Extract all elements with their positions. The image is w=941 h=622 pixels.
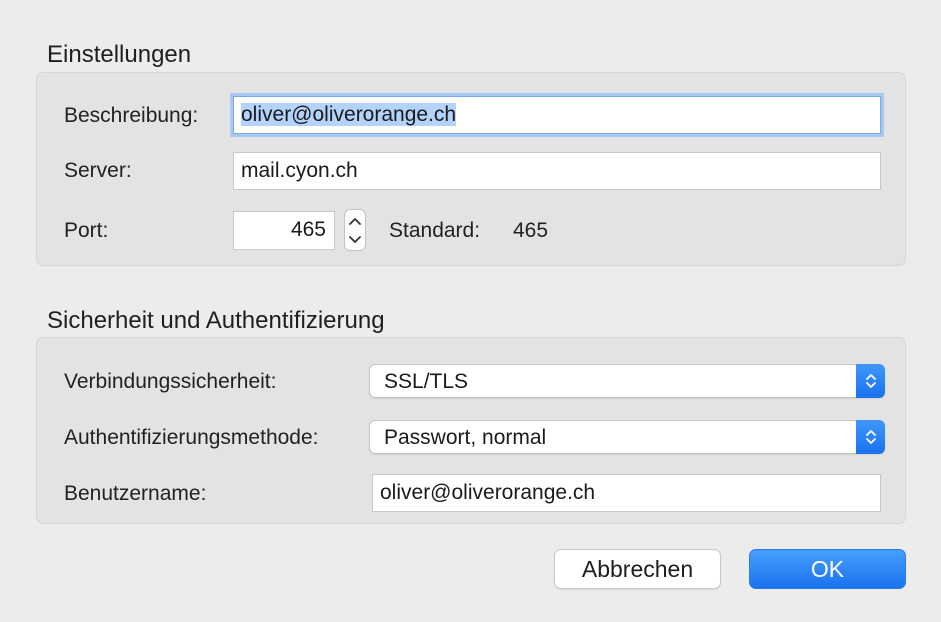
popup-arrows-icon <box>856 364 885 398</box>
port-label: Port: <box>64 219 109 242</box>
connection-security-select[interactable]: SSL/TLS <box>369 364 885 398</box>
stepper-down-icon[interactable] <box>345 230 365 250</box>
port-field[interactable]: 465 <box>233 211 335 250</box>
auth-method-select[interactable]: Passwort, normal <box>369 420 885 454</box>
popup-arrows-icon <box>856 420 885 454</box>
connection-security-label: Verbindungssicherheit: <box>64 370 277 393</box>
description-value: oliver@oliverorange.ch <box>241 103 457 126</box>
server-label: Server: <box>64 159 132 182</box>
security-section-title: Sicherheit und Authentifizierung <box>47 307 385 334</box>
port-stepper[interactable] <box>344 209 366 251</box>
auth-method-value: Passwort, normal <box>384 426 547 449</box>
description-label: Beschreibung: <box>64 104 199 127</box>
settings-section-title: Einstellungen <box>47 41 192 68</box>
connection-security-value: SSL/TLS <box>384 370 469 393</box>
standard-label: Standard: <box>389 219 481 242</box>
standard-port-value: 465 <box>513 219 549 242</box>
username-field[interactable]: oliver@oliverorange.ch <box>372 474 881 512</box>
description-field[interactable]: oliver@oliverorange.ch <box>233 96 881 134</box>
cancel-button[interactable]: Abbrechen <box>554 549 721 589</box>
server-field[interactable]: mail.cyon.ch <box>233 152 881 190</box>
auth-method-label: Authentifizierungsmethode: <box>64 426 319 449</box>
stepper-up-icon[interactable] <box>345 211 365 231</box>
ok-button[interactable]: OK <box>749 549 906 589</box>
username-label: Benutzername: <box>64 482 207 505</box>
account-settings-dialog: Einstellungen Beschreibung: oliver@olive… <box>0 0 941 622</box>
